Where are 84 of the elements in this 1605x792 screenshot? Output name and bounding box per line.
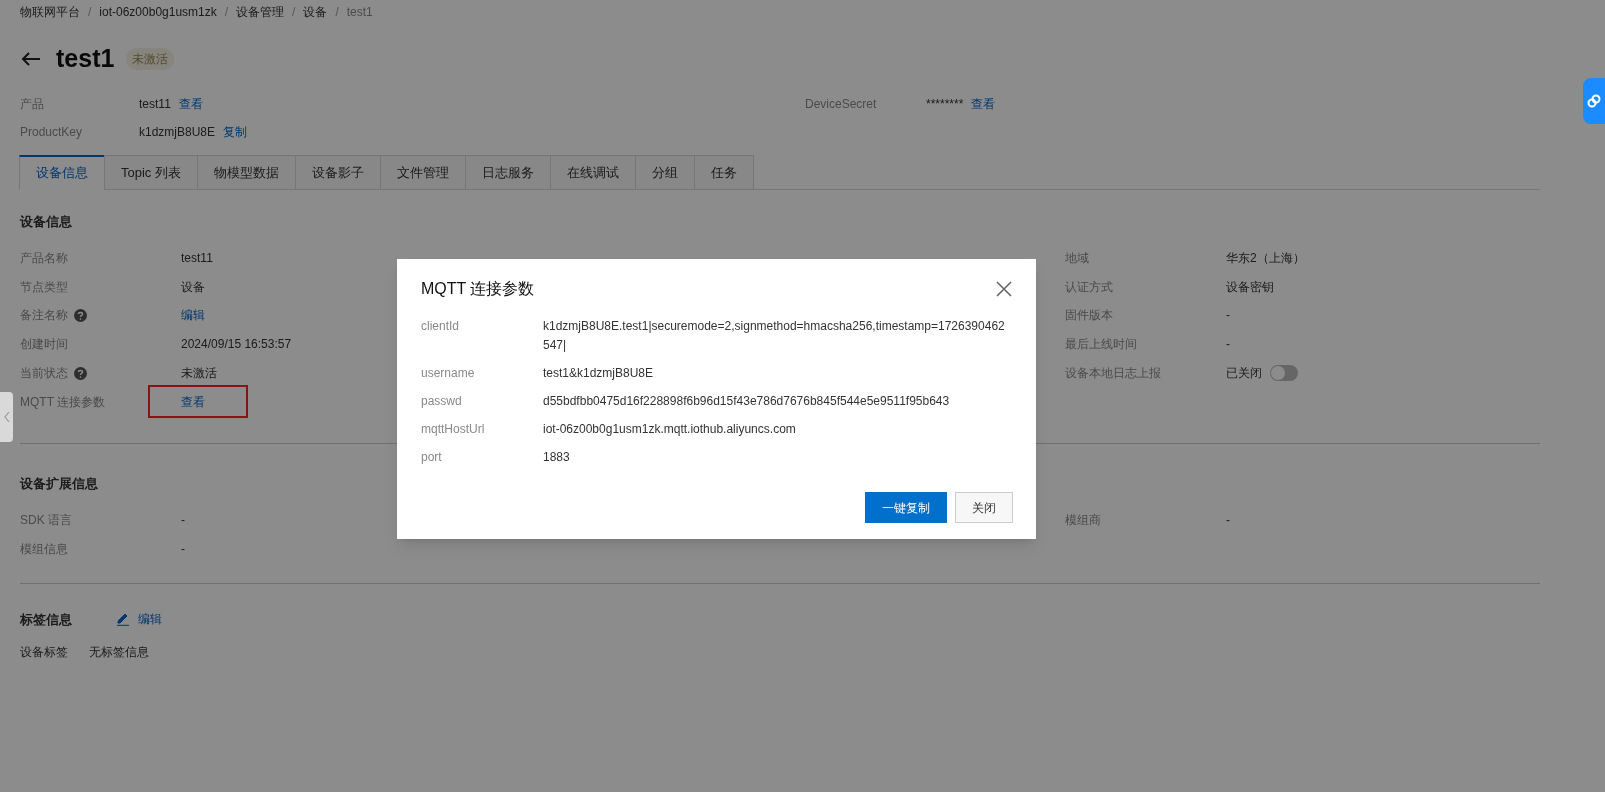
field-label: mqttHostUrl [421, 421, 486, 438]
field-value: - [1226, 307, 1230, 325]
pencil-icon [116, 612, 130, 627]
breadcrumb-separator: / [88, 4, 92, 21]
tab[interactable]: 文件管理 [379, 155, 466, 190]
breadcrumb-separator: / [224, 4, 229, 21]
field-label: 模组信息 [20, 540, 68, 558]
back-arrow-icon [21, 51, 41, 67]
field-value: ******** [926, 96, 964, 113]
edit-link[interactable]: 编辑 [116, 610, 162, 629]
section-title: 设备信息 [20, 213, 73, 231]
field-label: 模组商 [1065, 512, 1101, 530]
tab[interactable]: 设备影子 [294, 155, 381, 190]
dialog-title: MQTT 连接参数 [421, 279, 535, 299]
field-value: 华东2（上海） [1226, 249, 1305, 267]
copy-button[interactable]: 一键复制 [865, 492, 947, 523]
tab[interactable]: 物模型数据 [196, 155, 296, 190]
field-value: 设备 [181, 278, 205, 296]
field-value: k1dzmjB8U8E.test1|securemode=2,signmethod=hmacsha256,timestamp=1726390462547| [543, 318, 1005, 354]
field-label: MQTT 连接参数 [20, 393, 106, 411]
field-value: - [1226, 336, 1230, 354]
link[interactable]: 编辑 [181, 306, 205, 325]
field-value: 无标签信息 [89, 644, 149, 662]
field-label: port [421, 449, 443, 466]
field-label: 产品名称 [20, 249, 68, 267]
tab[interactable]: 任务 [693, 155, 754, 190]
help-icon[interactable] [74, 366, 87, 380]
field-value: 已关闭 [1226, 365, 1262, 383]
field-value: d55bdfbb0475d16f228898f6b96d15f43e786d7676b845f544e5e9511f95b643 [543, 393, 951, 410]
field-value: - [181, 512, 185, 530]
tab[interactable]: 设备信息 [19, 155, 105, 190]
field-value: test1&k1dzmjB8U8E [543, 365, 655, 382]
field-value: 2024/09/15 16:53:57 [181, 336, 292, 354]
section-title: 设备扩展信息 [20, 475, 99, 494]
field-label: 固件版本 [1065, 307, 1113, 325]
field-value: test11 [139, 96, 171, 113]
tab[interactable]: 日志服务 [464, 155, 551, 190]
field-label: 备注名称 [20, 307, 68, 325]
help-icon[interactable] [74, 309, 87, 322]
field-label: 当前状态 [20, 365, 68, 383]
close-icon [996, 281, 1012, 297]
toggle-switch[interactable] [1270, 365, 1298, 382]
field-value: iot-06z00b0g1usm1zk.mqtt.iothub.aliyuncs.com [543, 421, 797, 438]
tab[interactable]: Topic 列表 [104, 155, 198, 190]
breadcrumb-separator: / [335, 4, 339, 21]
page-title: test1 [56, 43, 115, 75]
status-badge: 未激活 [126, 48, 175, 70]
tab[interactable]: 分组 [634, 155, 695, 190]
field-label: DeviceSecret [805, 96, 877, 113]
field-value: test11 [181, 249, 213, 267]
breadcrumb-separator: / [292, 4, 296, 21]
field-value: 1883 [543, 449, 571, 466]
field-value: 设备密钥 [1226, 278, 1274, 296]
field-value: - [1226, 512, 1230, 530]
field-value: - [181, 540, 185, 558]
field-label: 节点类型 [20, 278, 68, 296]
field-label: clientId [421, 318, 461, 335]
breadcrumb-link[interactable]: 设备管理 [236, 3, 285, 21]
field-label: passwd [421, 393, 463, 410]
field-label: 创建时间 [20, 336, 68, 354]
chevron-left-icon [3, 411, 10, 423]
link[interactable]: 查看 [971, 95, 996, 113]
field-label: ProductKey [20, 124, 83, 141]
link[interactable]: 查看 [181, 392, 205, 411]
breadcrumb-link[interactable]: iot-06z00b0g1usm1zk [99, 3, 217, 21]
breadcrumb-current: test1 [346, 4, 373, 21]
field-label: username [421, 365, 476, 382]
close-button[interactable] [996, 281, 1012, 297]
field-value: 未激活 [181, 365, 217, 383]
link[interactable]: 查看 [178, 95, 203, 113]
field-label: 设备标签 [20, 644, 68, 662]
close-text-button[interactable]: 关闭 [955, 492, 1013, 523]
link[interactable]: 复制 [223, 123, 248, 141]
field-value: k1dzmjB8U8E [139, 124, 216, 141]
tab[interactable]: 在线调试 [549, 155, 636, 190]
field-label: 认证方式 [1065, 278, 1113, 296]
field-label: 产品 [20, 96, 44, 113]
section-title: 标签信息 [20, 610, 73, 629]
floating-button[interactable] [1583, 78, 1605, 124]
field-label: 地域 [1065, 249, 1089, 267]
field-label: SDK 语言 [20, 512, 72, 530]
link-icon [1587, 94, 1601, 108]
breadcrumb-link[interactable]: 物联网平台 [20, 3, 80, 21]
breadcrumb-link[interactable]: 设备 [303, 3, 328, 21]
